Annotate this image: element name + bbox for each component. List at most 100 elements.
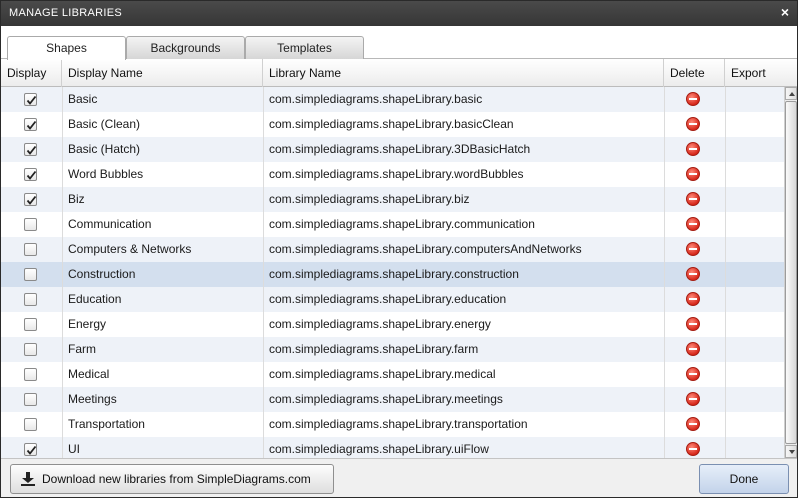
table-row[interactable]: Construction com.simplediagrams.shapeLibr…: [1, 262, 784, 287]
delete-circle-icon[interactable]: [686, 167, 700, 181]
column-header-delete[interactable]: Delete: [664, 59, 725, 87]
table-row[interactable]: Basic (Hatch) com.simplediagrams.shapeLib…: [1, 137, 784, 162]
display-checkbox[interactable]: [24, 243, 37, 256]
library-name-cell: com.simplediagrams.shapeLibrary.transpor…: [269, 417, 528, 431]
display-name-cell: Communication: [68, 217, 152, 231]
display-checkbox[interactable]: [24, 418, 37, 431]
library-name-cell: com.simplediagrams.shapeLibrary.energy: [269, 317, 491, 331]
delete-circle-icon[interactable]: [686, 117, 700, 131]
tab-backgrounds[interactable]: Backgrounds: [126, 36, 245, 59]
delete-circle-icon[interactable]: [686, 342, 700, 356]
table-row[interactable]: Word Bubbles com.simplediagrams.shapeLibr…: [1, 162, 784, 187]
tab-bar: Shapes Backgrounds Templates: [1, 26, 797, 60]
library-name-cell: com.simplediagrams.shapeLibrary.biz: [269, 192, 470, 206]
checkmark-icon: [26, 195, 37, 205]
table-row[interactable]: Farm com.simplediagrams.shapeLibrary.farm: [1, 337, 784, 362]
column-header-display[interactable]: Display: [1, 59, 62, 87]
display-name-cell: Construction: [68, 267, 136, 281]
delete-circle-icon[interactable]: [686, 142, 700, 156]
display-checkbox[interactable]: [24, 393, 37, 406]
dialog-title: MANAGE LIBRARIES: [9, 7, 122, 19]
library-name-cell: com.simplediagrams.shapeLibrary.construc…: [269, 267, 519, 281]
table-row[interactable]: Computers & Networks com.simplediagrams.s…: [1, 237, 784, 262]
checkmark-icon: [26, 170, 37, 180]
display-checkbox[interactable]: [24, 118, 37, 131]
scroll-up-button[interactable]: [785, 87, 797, 100]
delete-circle-icon[interactable]: [686, 392, 700, 406]
table-row[interactable]: Medical com.simplediagrams.shapeLibrary.m…: [1, 362, 784, 387]
arrow-up-icon: [789, 92, 795, 96]
table-row[interactable]: Communication com.simplediagrams.shapeLib…: [1, 212, 784, 237]
table-row[interactable]: Transportation com.simplediagrams.shapeLi…: [1, 412, 784, 437]
display-name-cell: Word Bubbles: [68, 167, 144, 181]
display-checkbox[interactable]: [24, 368, 37, 381]
library-name-cell: com.simplediagrams.shapeLibrary.computer…: [269, 242, 582, 256]
delete-circle-icon[interactable]: [686, 267, 700, 281]
table-row[interactable]: Basic com.simplediagrams.shapeLibrary.bas…: [1, 87, 784, 112]
display-checkbox[interactable]: [24, 93, 37, 106]
checkmark-icon: [26, 145, 37, 155]
tab-templates[interactable]: Templates: [245, 36, 364, 59]
library-name-cell: com.simplediagrams.shapeLibrary.uiFlow: [269, 442, 489, 456]
library-name-cell: com.simplediagrams.shapeLibrary.farm: [269, 342, 479, 356]
download-libraries-button[interactable]: Download new libraries from SimpleDiagra…: [10, 464, 334, 494]
download-button-label: Download new libraries from SimpleDiagra…: [42, 472, 311, 486]
display-checkbox[interactable]: [24, 193, 37, 206]
column-divider: [664, 87, 665, 458]
download-icon: [21, 472, 35, 486]
title-bar: MANAGE LIBRARIES ×: [1, 1, 797, 26]
library-name-cell: com.simplediagrams.shapeLibrary.wordBubb…: [269, 167, 524, 181]
checkmark-icon: [26, 445, 37, 455]
delete-circle-icon[interactable]: [686, 442, 700, 456]
scroll-thumb[interactable]: [785, 101, 797, 444]
display-name-cell: Computers & Networks: [68, 242, 192, 256]
delete-circle-icon[interactable]: [686, 317, 700, 331]
delete-circle-icon[interactable]: [686, 92, 700, 106]
table-row[interactable]: Biz com.simplediagrams.shapeLibrary.biz: [1, 187, 784, 212]
table-row[interactable]: Education com.simplediagrams.shapeLibrary…: [1, 287, 784, 312]
display-checkbox[interactable]: [24, 218, 37, 231]
arrow-down-icon: [789, 450, 795, 454]
display-name-cell: Basic: [68, 92, 98, 106]
delete-circle-icon[interactable]: [686, 217, 700, 231]
table-row[interactable]: Basic (Clean) com.simplediagrams.shapeLib…: [1, 112, 784, 137]
library-name-cell: com.simplediagrams.shapeLibrary.basic: [269, 92, 483, 106]
library-name-cell: com.simplediagrams.shapeLibrary.basicCle…: [269, 117, 514, 131]
table-header: Display Display Name Library Name Delete…: [1, 59, 797, 87]
column-divider: [725, 87, 726, 458]
display-name-cell: Medical: [68, 367, 110, 381]
display-name-cell: Education: [68, 292, 122, 306]
delete-circle-icon[interactable]: [686, 417, 700, 431]
library-name-cell: com.simplediagrams.shapeLibrary.medical: [269, 367, 496, 381]
display-name-cell: Transportation: [68, 417, 145, 431]
checkmark-icon: [26, 95, 37, 105]
table-row[interactable]: Energy com.simplediagrams.shapeLibrary.en…: [1, 312, 784, 337]
delete-circle-icon[interactable]: [686, 242, 700, 256]
table-row[interactable]: Meetings com.simplediagrams.shapeLibrary.…: [1, 387, 784, 412]
column-header-export[interactable]: Export: [725, 59, 797, 87]
dialog-footer: Download new libraries from SimpleDiagra…: [1, 458, 797, 497]
display-checkbox[interactable]: [24, 168, 37, 181]
done-button[interactable]: Done: [699, 464, 789, 494]
display-checkbox[interactable]: [24, 293, 37, 306]
column-header-display-name[interactable]: Display Name: [62, 59, 263, 87]
display-checkbox[interactable]: [24, 268, 37, 281]
table-row[interactable]: UI com.simplediagrams.shapeLibrary.uiFlow: [1, 437, 784, 458]
close-icon[interactable]: ×: [781, 4, 789, 20]
display-checkbox[interactable]: [24, 443, 37, 456]
library-name-cell: com.simplediagrams.shapeLibrary.meetings: [269, 392, 503, 406]
library-name-cell: com.simplediagrams.shapeLibrary.communic…: [269, 217, 535, 231]
scroll-down-button[interactable]: [785, 445, 797, 458]
column-header-library-name[interactable]: Library Name: [263, 59, 664, 87]
display-checkbox[interactable]: [24, 143, 37, 156]
library-name-cell: com.simplediagrams.shapeLibrary.3DBasicH…: [269, 142, 531, 156]
delete-circle-icon[interactable]: [686, 292, 700, 306]
delete-circle-icon[interactable]: [686, 367, 700, 381]
column-divider: [263, 87, 264, 458]
delete-circle-icon[interactable]: [686, 192, 700, 206]
display-checkbox[interactable]: [24, 318, 37, 331]
display-checkbox[interactable]: [24, 343, 37, 356]
library-name-cell: com.simplediagrams.shapeLibrary.educatio…: [269, 292, 507, 306]
vertical-scrollbar[interactable]: [784, 87, 797, 458]
tab-shapes[interactable]: Shapes: [7, 36, 126, 60]
